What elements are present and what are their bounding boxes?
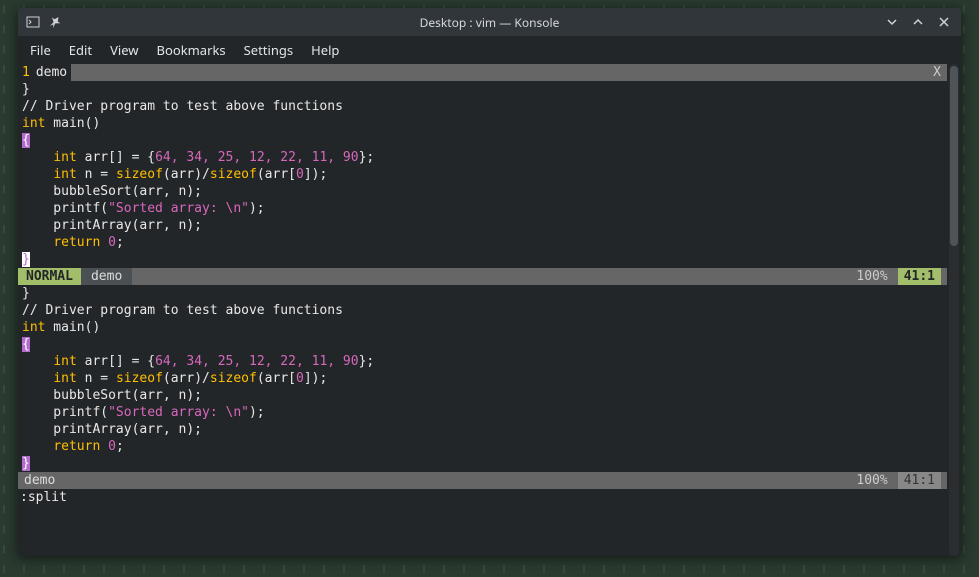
- titlebar[interactable]: Desktop : vim — Konsole: [18, 8, 961, 36]
- menu-file[interactable]: File: [30, 41, 51, 59]
- menu-edit[interactable]: Edit: [69, 41, 92, 59]
- tab-name[interactable]: demo: [30, 64, 67, 81]
- menu-help[interactable]: Help: [311, 41, 339, 59]
- vim-pane-1[interactable]: }// Driver program to test above functio…: [18, 81, 947, 268]
- minimize-button[interactable]: [885, 15, 899, 29]
- close-button[interactable]: [937, 15, 951, 29]
- menu-view[interactable]: View: [110, 41, 138, 59]
- tab-index: 1: [18, 64, 30, 81]
- terminal-area[interactable]: 1 demo X }// Driver program to test abov…: [18, 64, 961, 556]
- status-file: demo: [81, 268, 132, 285]
- vim-pane-2[interactable]: }// Driver program to test above functio…: [18, 285, 947, 472]
- menubar: File Edit View Bookmarks Settings Help: [18, 36, 961, 64]
- vim-mode: NORMAL: [18, 268, 81, 285]
- status-position: 41:1: [898, 268, 941, 285]
- status-percent: 100%: [846, 268, 897, 285]
- konsole-window: Desktop : vim — Konsole File Edit View B…: [18, 8, 961, 556]
- statusline-active: NORMAL demo 100% 41:1: [18, 268, 947, 285]
- vim-command-line[interactable]: :split: [18, 489, 947, 506]
- menu-settings[interactable]: Settings: [244, 41, 293, 59]
- terminal-icon: [26, 15, 40, 29]
- status-file: demo: [18, 472, 61, 489]
- tab-close[interactable]: X: [927, 64, 947, 81]
- status-percent: 100%: [846, 472, 897, 489]
- maximize-button[interactable]: [911, 15, 925, 29]
- statusline-inactive: demo 100% 41:1: [18, 472, 947, 489]
- status-position: 41:1: [898, 472, 941, 489]
- window-title: Desktop : vim — Konsole: [18, 14, 961, 31]
- scrollbar-thumb[interactable]: [950, 66, 958, 246]
- scrollbar[interactable]: [949, 64, 959, 556]
- pin-icon[interactable]: [48, 15, 62, 29]
- menu-bookmarks[interactable]: Bookmarks: [157, 41, 226, 59]
- vim-tabline: 1 demo X: [18, 64, 947, 81]
